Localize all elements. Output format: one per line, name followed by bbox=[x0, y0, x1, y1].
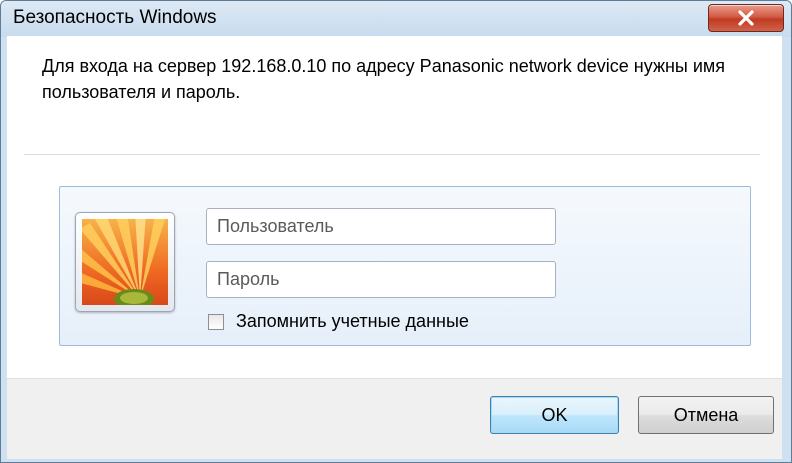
remember-credentials-checkbox[interactable]: Запомнить учетные данные bbox=[208, 311, 469, 332]
username-input[interactable] bbox=[206, 208, 556, 245]
cancel-button[interactable]: Отмена bbox=[638, 396, 774, 434]
user-tile bbox=[75, 212, 175, 312]
ok-button[interactable]: OK bbox=[490, 396, 619, 434]
separator bbox=[24, 154, 760, 155]
title-bar[interactable]: Безопасность Windows bbox=[1, 1, 791, 37]
close-button[interactable] bbox=[708, 4, 784, 32]
login-message: Для входа на сервер 192.168.0.10 по адре… bbox=[42, 56, 726, 102]
window-title: Безопасность Windows bbox=[13, 7, 217, 28]
password-input[interactable] bbox=[206, 261, 556, 298]
flower-user-tile-icon bbox=[82, 219, 168, 305]
close-icon bbox=[738, 10, 754, 26]
checkbox-box[interactable] bbox=[208, 313, 224, 330]
remember-credentials-label: Запомнить учетные данные bbox=[236, 311, 469, 331]
